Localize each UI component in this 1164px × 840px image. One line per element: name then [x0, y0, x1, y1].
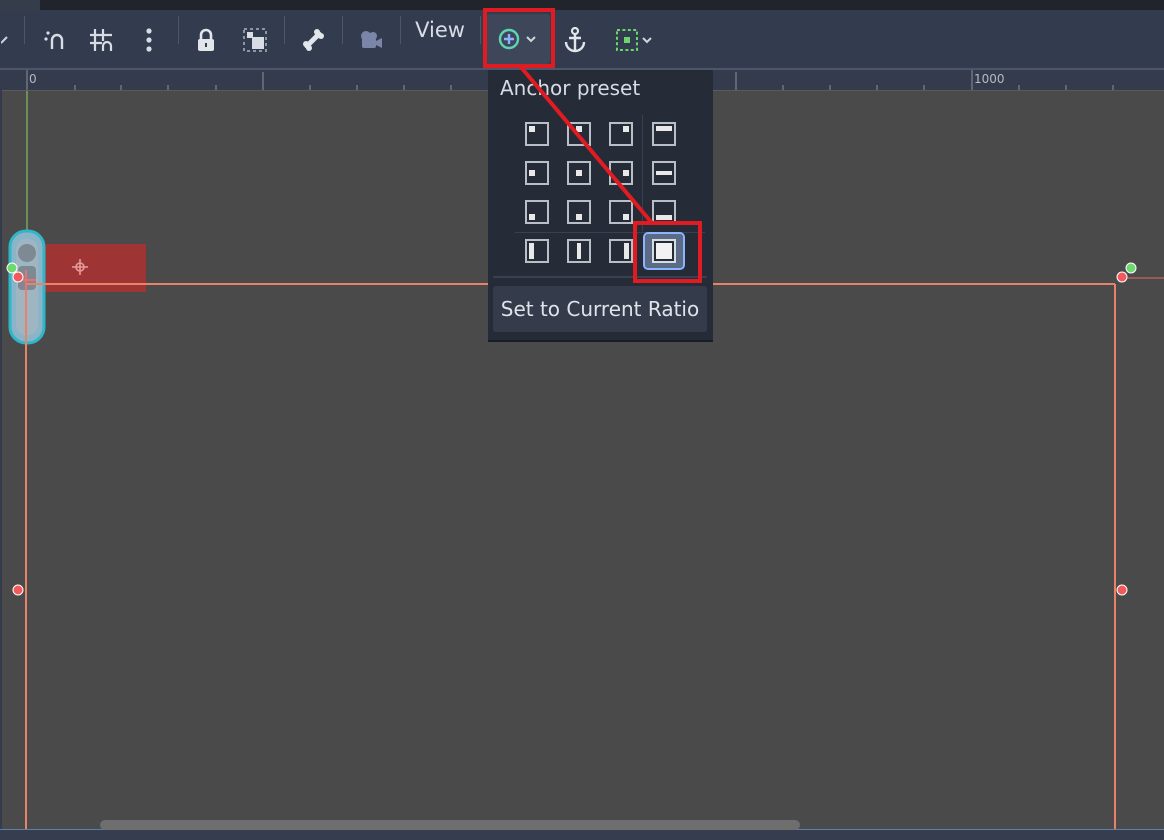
- view-menu-button[interactable]: View: [410, 12, 470, 48]
- more-icon[interactable]: [138, 22, 160, 58]
- preset-vcenter-wide[interactable]: [562, 236, 596, 266]
- set-to-current-ratio-button[interactable]: Set to Current Ratio: [493, 286, 707, 332]
- preset-bottom-right[interactable]: [604, 197, 638, 227]
- grid-snap-icon[interactable]: [86, 22, 116, 58]
- smart-snap-icon[interactable]: [40, 22, 70, 58]
- ruler-label-0: 0: [29, 72, 37, 86]
- pivot-icon: [498, 28, 520, 50]
- container-layout-icon: [616, 29, 638, 51]
- preset-full-rect[interactable]: [643, 232, 685, 270]
- menu-separator: [493, 276, 707, 278]
- toolbar-separator: [342, 16, 343, 44]
- group-icon[interactable]: [240, 22, 270, 58]
- toolbar-separator: [24, 16, 25, 44]
- preset-left-wide[interactable]: [520, 236, 554, 266]
- preset-top-right[interactable]: [604, 119, 638, 149]
- preset-center-right[interactable]: [604, 158, 638, 188]
- lock-icon[interactable]: [192, 22, 220, 58]
- toolbar-separator: [480, 16, 481, 44]
- preset-top-left[interactable]: [520, 119, 554, 149]
- chevron-down-icon: [642, 37, 652, 44]
- preset-center-left[interactable]: [520, 158, 554, 188]
- anchor-preset-menu: Anchor preset Set to Current Ratio: [488, 70, 713, 342]
- preset-right-wide[interactable]: [604, 236, 638, 266]
- bone-icon[interactable]: [298, 22, 328, 58]
- menu-separator: [515, 232, 705, 233]
- toolbar-separator: [284, 16, 285, 44]
- anchor-preset-title: Anchor preset: [500, 76, 641, 100]
- toolbar-separator: [400, 16, 401, 44]
- horizontal-scrollbar[interactable]: [100, 820, 800, 830]
- chevron-down-icon: [526, 36, 536, 43]
- preset-hcenter-wide[interactable]: [647, 158, 681, 188]
- container-layout-button[interactable]: [604, 22, 664, 58]
- preset-bottom-left[interactable]: [520, 197, 554, 227]
- editor-tab-stub[interactable]: [0, 0, 40, 10]
- bottom-panel-strip: [0, 830, 1164, 840]
- view-menu-label: View: [415, 18, 465, 42]
- camera-override-icon[interactable]: [356, 22, 386, 58]
- preset-center[interactable]: [562, 158, 596, 188]
- anchor-icon[interactable]: [560, 22, 590, 58]
- preset-center-bottom[interactable]: [562, 197, 596, 227]
- preset-top-wide[interactable]: [647, 119, 681, 149]
- anchor-preset-dropdown-button[interactable]: [486, 14, 550, 64]
- overflow-arrow-icon[interactable]: [0, 22, 10, 58]
- menu-separator: [642, 115, 643, 231]
- toolbar-separator: [178, 16, 179, 44]
- preset-center-top[interactable]: [562, 119, 596, 149]
- ruler-label-1000: 1000: [974, 72, 1005, 86]
- preset-bottom-wide[interactable]: [647, 197, 681, 227]
